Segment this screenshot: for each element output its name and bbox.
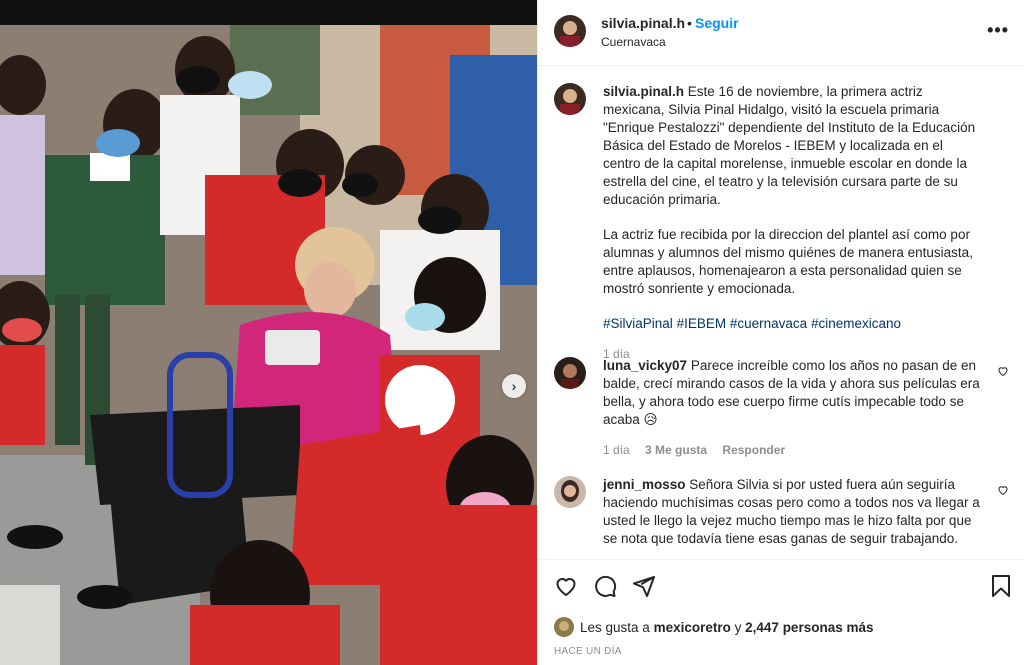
liker-username[interactable]: mexicoretro <box>654 620 731 635</box>
comment-icon[interactable] <box>593 574 617 598</box>
caption-avatar[interactable] <box>554 83 586 115</box>
next-photo-button[interactable]: › <box>502 374 526 398</box>
photo-illustration <box>0 25 537 665</box>
comment-time[interactable]: 1 día <box>603 443 630 457</box>
liker-avatar[interactable] <box>554 617 574 637</box>
hashtag-link[interactable]: #cinemexicano <box>811 316 901 331</box>
follow-button[interactable]: Seguir <box>695 15 739 31</box>
header-separator: • <box>687 15 692 31</box>
posted-time[interactable]: HACE UN DÍA <box>554 646 622 657</box>
comment-username[interactable]: jenni_mosso <box>603 477 686 492</box>
comment-heart-icon[interactable] <box>997 365 1009 377</box>
caption-hashtags: #SilviaPinal #IEBEM #cuernavaca #cinemex… <box>603 315 983 333</box>
likes-others[interactable]: 2,447 personas más <box>745 620 873 635</box>
post-detail-panel: silvia.pinal.h • Seguir Cuernavaca ••• s… <box>537 0 1024 665</box>
hashtag-link[interactable]: #cuernavaca <box>730 316 807 331</box>
comment-heart-icon[interactable] <box>997 484 1009 496</box>
post-actions: Les gusta a mexicoretro y 2,447 personas… <box>538 559 1024 665</box>
hashtag-link[interactable]: #SilviaPinal <box>603 316 673 331</box>
comment-body: luna_vicky07 Parece increíble como los a… <box>603 357 983 459</box>
likes-summary: Les gusta a mexicoretro y 2,447 personas… <box>554 616 874 638</box>
post-location[interactable]: Cuernavaca <box>601 35 666 49</box>
caption-username[interactable]: silvia.pinal.h <box>603 84 684 99</box>
comment-like-count[interactable]: 3 Me gusta <box>645 443 707 457</box>
post-photo[interactable]: › <box>0 25 537 665</box>
hashtag-link[interactable]: #IEBEM <box>677 316 727 331</box>
commenter-avatar[interactable] <box>554 357 586 389</box>
caption-text-2: La actriz fue recibida por la direccion … <box>603 227 973 296</box>
caption-body: silvia.pinal.h Este 16 de noviembre, la … <box>603 83 983 363</box>
caption-text-1: Este 16 de noviembre, la primera actriz … <box>603 84 976 207</box>
more-options-icon[interactable]: ••• <box>987 20 1009 41</box>
reply-button[interactable]: Responder <box>722 443 785 457</box>
post-header: silvia.pinal.h • Seguir Cuernavaca ••• <box>538 0 1024 66</box>
likes-joiner: y <box>734 619 742 635</box>
author-avatar[interactable] <box>554 15 586 47</box>
comment-body: jenni_mosso Señora Silvia si por usted f… <box>603 476 983 548</box>
author-username[interactable]: silvia.pinal.h <box>601 15 685 31</box>
comments-list[interactable]: silvia.pinal.h Este 16 de noviembre, la … <box>538 67 1024 559</box>
top-black-bar <box>0 0 537 25</box>
heart-icon[interactable] <box>554 574 578 598</box>
comment-meta: 1 día 3 Me gusta Responder <box>603 441 983 459</box>
comment-username[interactable]: luna_vicky07 <box>603 358 687 373</box>
commenter-avatar[interactable] <box>554 476 586 508</box>
share-icon[interactable] <box>632 574 656 598</box>
likes-prefix: Les gusta a <box>580 619 650 635</box>
bookmark-icon[interactable] <box>989 574 1013 598</box>
